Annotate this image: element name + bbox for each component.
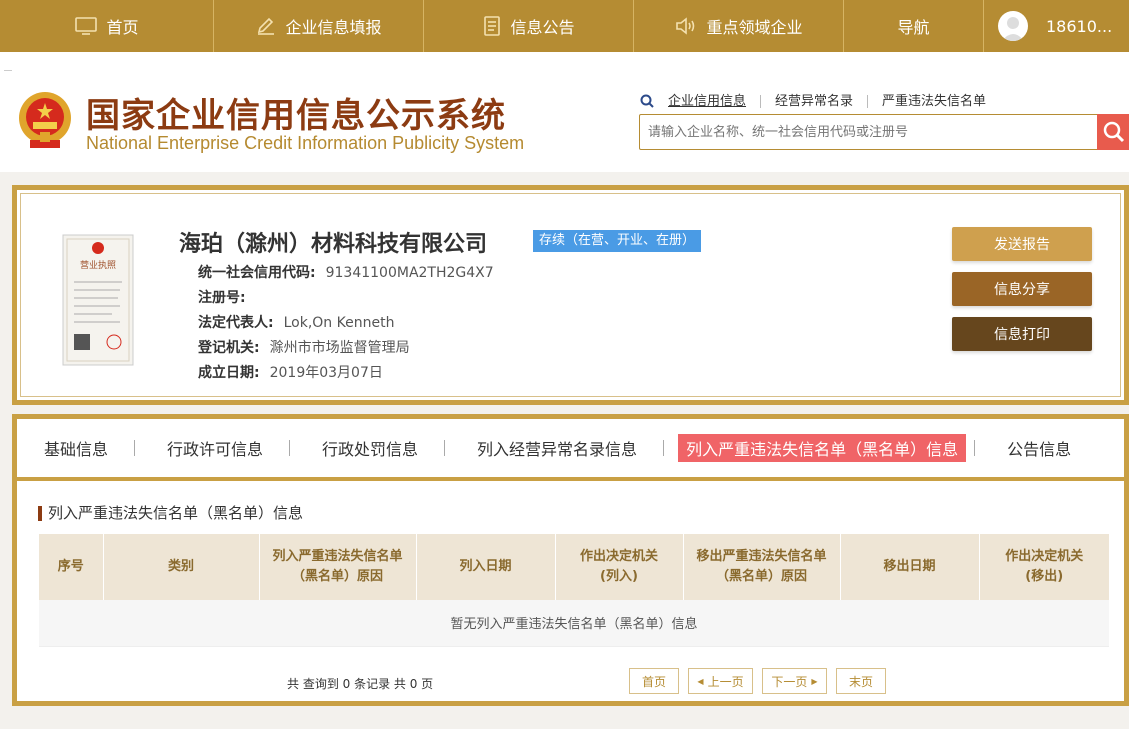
reg-no-label: 注册号: xyxy=(198,290,246,306)
empty-message: 暂无列入严重违法失信名单（黑名单）信息 xyxy=(39,600,1109,647)
reg-no-row: 注册号: xyxy=(198,287,256,307)
national-emblem-icon xyxy=(19,92,71,148)
col-header-remove-authority: 作出决定机关(移出) xyxy=(979,534,1109,600)
table-row: 暂无列入严重违法失信名单（黑名单）信息 xyxy=(39,600,1109,647)
col-header-remove-date: 移出日期 xyxy=(840,534,980,600)
tab-basic-info[interactable]: 基础信息 xyxy=(36,434,116,462)
founded-label: 成立日期: xyxy=(198,365,260,381)
search-link-blacklist[interactable]: 严重违法失信名单 xyxy=(868,95,1000,108)
table-header-row: 序号 类别 列入严重违法失信名单（黑名单）原因 列入日期 作出决定机关(列入) … xyxy=(39,534,1109,600)
col-header-remove-reason: 移出严重违法失信名单（黑名单）原因 xyxy=(683,534,841,600)
business-license-image: 营业执照 xyxy=(62,234,134,366)
tab-separator xyxy=(974,440,976,456)
tab-bar: 基础信息 行政许可信息 行政处罚信息 列入经营异常名录信息 列入严重违法失信名单… xyxy=(17,419,1124,477)
tab-separator xyxy=(663,440,665,456)
tab-separator xyxy=(444,440,446,456)
blacklist-table: 序号 类别 列入严重违法失信名单（黑名单）原因 列入日期 作出决定机关(列入) … xyxy=(39,534,1109,647)
legal-rep-row: 法定代表人: Lok,On Kenneth xyxy=(198,312,394,332)
tab-blacklist[interactable]: 列入严重违法失信名单（黑名单）信息 xyxy=(678,434,967,462)
col-header-list-authority: 作出决定机关(列入) xyxy=(555,534,684,600)
chevron-left-icon: ◀ xyxy=(697,676,704,686)
edit-icon xyxy=(258,17,275,35)
pager-prev-button[interactable]: ◀ 上一页 xyxy=(688,668,753,694)
section-title: 列入严重违法失信名单（黑名单）信息 xyxy=(38,506,303,521)
top-nav: 首页 企业信息填报 信息公告 重点领域企业 导航 18610... xyxy=(0,0,1129,52)
nav-key-enterprises-label: 重点领域企业 xyxy=(706,18,803,37)
send-report-button[interactable]: 发送报告 xyxy=(952,227,1092,261)
company-panel: 营业执照 海珀（滁州）材料科技有限公司 存续（在营、开业、在册） 统一社会信用代… xyxy=(12,185,1129,405)
tab-separator xyxy=(134,440,136,456)
avatar xyxy=(998,11,1028,41)
search-button[interactable] xyxy=(1097,114,1129,150)
founded-row: 成立日期: 2019年03月07日 xyxy=(198,362,383,382)
speaker-icon xyxy=(676,17,695,35)
nav-navigation-label: 导航 xyxy=(897,18,930,37)
search-link-abnormal[interactable]: 经营异常名录 xyxy=(761,94,869,108)
status-badge: 存续（在营、开业、在册） xyxy=(533,230,702,252)
share-info-button[interactable]: 信息分享 xyxy=(952,272,1092,306)
search-icon xyxy=(640,94,654,108)
divider xyxy=(4,70,12,71)
pager-last-button[interactable]: 末页 xyxy=(836,668,886,694)
detail-tab-panel: 基础信息 行政许可信息 行政处罚信息 列入经营异常名录信息 列入严重违法失信名单… xyxy=(12,414,1129,706)
legal-rep-label: 法定代表人: xyxy=(198,315,274,331)
nav-home[interactable]: 首页 xyxy=(0,0,214,52)
chevron-right-icon: ▶ xyxy=(811,676,818,686)
credit-code-label: 统一社会信用代码: xyxy=(198,265,316,281)
credit-code-value: 91341100MA2TH2G4X7 xyxy=(325,265,494,281)
pager-first-button[interactable]: 首页 xyxy=(629,668,679,694)
search-icon xyxy=(1103,121,1125,143)
founded-value: 2019年03月07日 xyxy=(269,365,383,381)
authority-label: 登记机关: xyxy=(198,340,260,356)
col-header-list-date: 列入日期 xyxy=(416,534,556,600)
nav-navigation[interactable]: 导航 xyxy=(844,0,984,52)
authority-row: 登记机关: 滁州市市场监督管理局 xyxy=(198,337,410,357)
col-header-index: 序号 xyxy=(39,534,104,600)
user-icon xyxy=(1002,17,1024,41)
tab-underline xyxy=(17,477,1124,481)
tab-admin-penalty[interactable]: 行政处罚信息 xyxy=(314,434,426,462)
document-icon xyxy=(484,16,501,36)
pager-next-button[interactable]: 下一页 ▶ xyxy=(762,668,827,694)
monitor-icon xyxy=(75,17,98,35)
site-header: 国家企业信用信息公示系统 National Enterprise Credit … xyxy=(0,52,1129,172)
search-link-credit[interactable]: 企业信用信息 xyxy=(654,94,762,108)
nav-announcement[interactable]: 信息公告 xyxy=(424,0,634,52)
tab-abnormal-list[interactable]: 列入经营异常名录信息 xyxy=(469,434,645,462)
nav-announcement-label: 信息公告 xyxy=(510,18,575,37)
nav-key-enterprises[interactable]: 重点领域企业 xyxy=(634,0,844,52)
record-summary: 共 查询到 0 条记录 共 0 页 xyxy=(287,677,434,691)
nav-home-label: 首页 xyxy=(106,18,139,37)
col-header-list-reason: 列入严重违法失信名单（黑名单）原因 xyxy=(259,534,417,600)
print-info-button[interactable]: 信息打印 xyxy=(952,317,1092,351)
user-name: 18610... xyxy=(1046,16,1113,36)
user-menu[interactable]: 18610... xyxy=(984,0,1129,52)
tab-announcements[interactable]: 公告信息 xyxy=(999,434,1079,462)
license-title: 营业执照 xyxy=(80,259,116,271)
search-input[interactable] xyxy=(639,114,1099,150)
tab-admin-license[interactable]: 行政许可信息 xyxy=(159,434,271,462)
nav-info-fill-label: 企业信息填报 xyxy=(285,18,382,37)
pager-next-label: 下一页 xyxy=(771,674,808,689)
tab-separator xyxy=(289,440,291,456)
col-header-category: 类别 xyxy=(103,534,260,600)
credit-code-row: 统一社会信用代码: 91341100MA2TH2G4X7 xyxy=(198,262,494,282)
nav-info-fill[interactable]: 企业信息填报 xyxy=(214,0,424,52)
site-subtitle: National Enterprise Credit Information P… xyxy=(86,133,525,153)
authority-value: 滁州市市场监督管理局 xyxy=(269,340,410,356)
pager-prev-label: 上一页 xyxy=(707,674,744,689)
site-title: 国家企业信用信息公示系统 xyxy=(86,96,506,136)
legal-rep-value: Lok,On Kenneth xyxy=(283,315,395,331)
search-type-links: 企业信用信息 经营异常名录 严重违法失信名单 xyxy=(640,94,1000,108)
company-name: 海珀（滁州）材料科技有限公司 xyxy=(179,232,488,257)
